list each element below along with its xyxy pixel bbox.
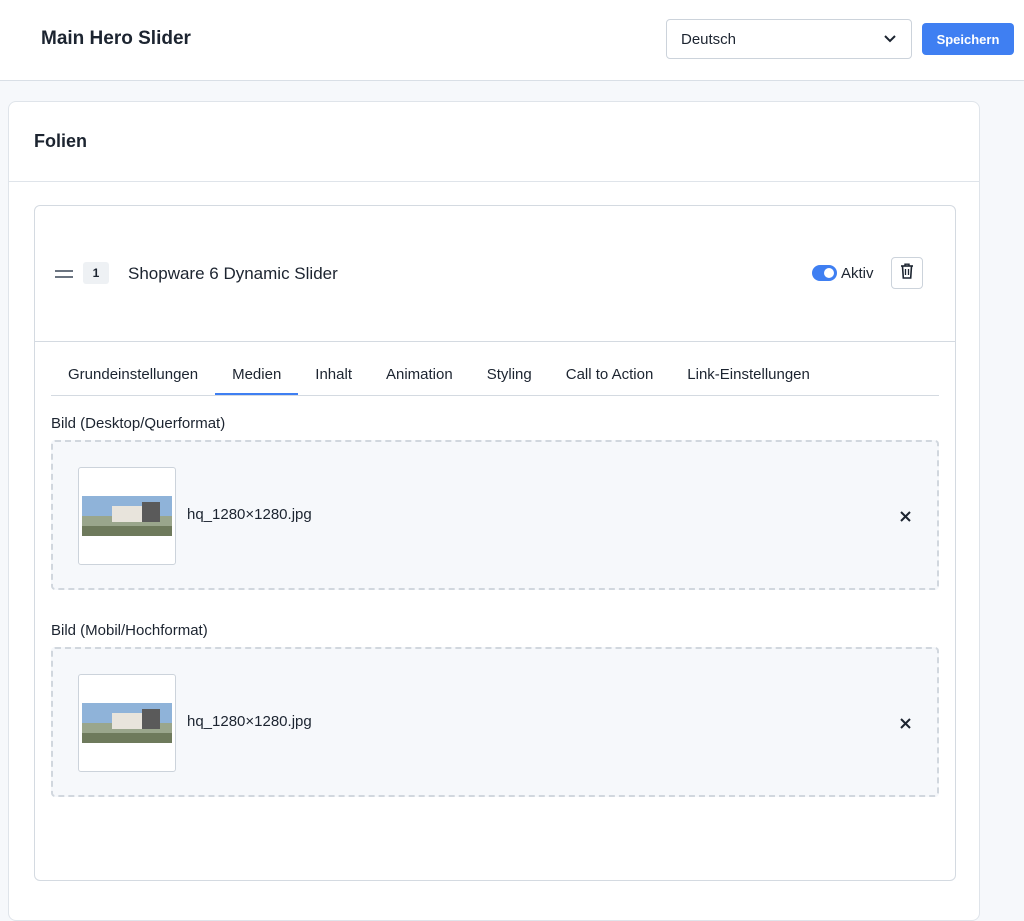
active-toggle[interactable] [812,265,837,281]
tab-link-einstellungen[interactable]: Link-Einstellungen [670,360,827,394]
card-header: Folien [9,102,979,182]
desktop-image-dropzone[interactable]: hq_1280×1280.jpg [51,440,939,590]
section-title: Folien [34,131,87,151]
drag-handle-icon[interactable] [55,270,73,278]
close-icon[interactable] [897,715,913,731]
tab-call-to-action[interactable]: Call to Action [549,360,671,394]
slide-number-badge: 1 [83,262,109,284]
tab-animation[interactable]: Animation [369,360,470,394]
active-toggle-label: Aktiv [841,265,874,282]
slide-tabs: Grundeinstellungen Medien Inhalt Animati… [51,360,939,396]
mobile-image-dropzone[interactable]: hq_1280×1280.jpg [51,647,939,797]
desktop-image-label: Bild (Desktop/Querformat) [51,415,226,432]
tab-grundeinstellungen[interactable]: Grundeinstellungen [51,360,215,394]
tab-inhalt[interactable]: Inhalt [298,360,369,394]
tab-medien[interactable]: Medien [215,360,299,395]
slide-name: Shopware 6 Dynamic Slider [128,264,338,283]
desktop-image-thumbnail [78,467,176,565]
desktop-image-filename: hq_1280×1280.jpg [187,506,312,523]
close-icon[interactable] [897,508,913,524]
save-button[interactable]: Speichern [922,23,1014,55]
page-title: Main Hero Slider [41,28,191,49]
mobile-image-filename: hq_1280×1280.jpg [187,713,312,730]
top-bar: Main Hero Slider Deutsch Speichern [0,0,1024,81]
slide-header: 1 Shopware 6 Dynamic Slider Aktiv [35,206,955,342]
mobile-image-thumbnail [78,674,176,772]
chevron-down-icon [883,32,897,46]
mobile-image-label: Bild (Mobil/Hochformat) [51,622,208,639]
trash-icon [900,263,914,284]
slide-item: 1 Shopware 6 Dynamic Slider Aktiv Grunde… [34,205,956,881]
language-select-value: Deutsch [681,30,737,48]
tab-styling[interactable]: Styling [470,360,549,394]
slides-card: Folien 1 Shopware 6 Dynamic Slider Aktiv [8,101,980,921]
delete-slide-button[interactable] [891,257,923,289]
language-select[interactable]: Deutsch [666,19,912,59]
